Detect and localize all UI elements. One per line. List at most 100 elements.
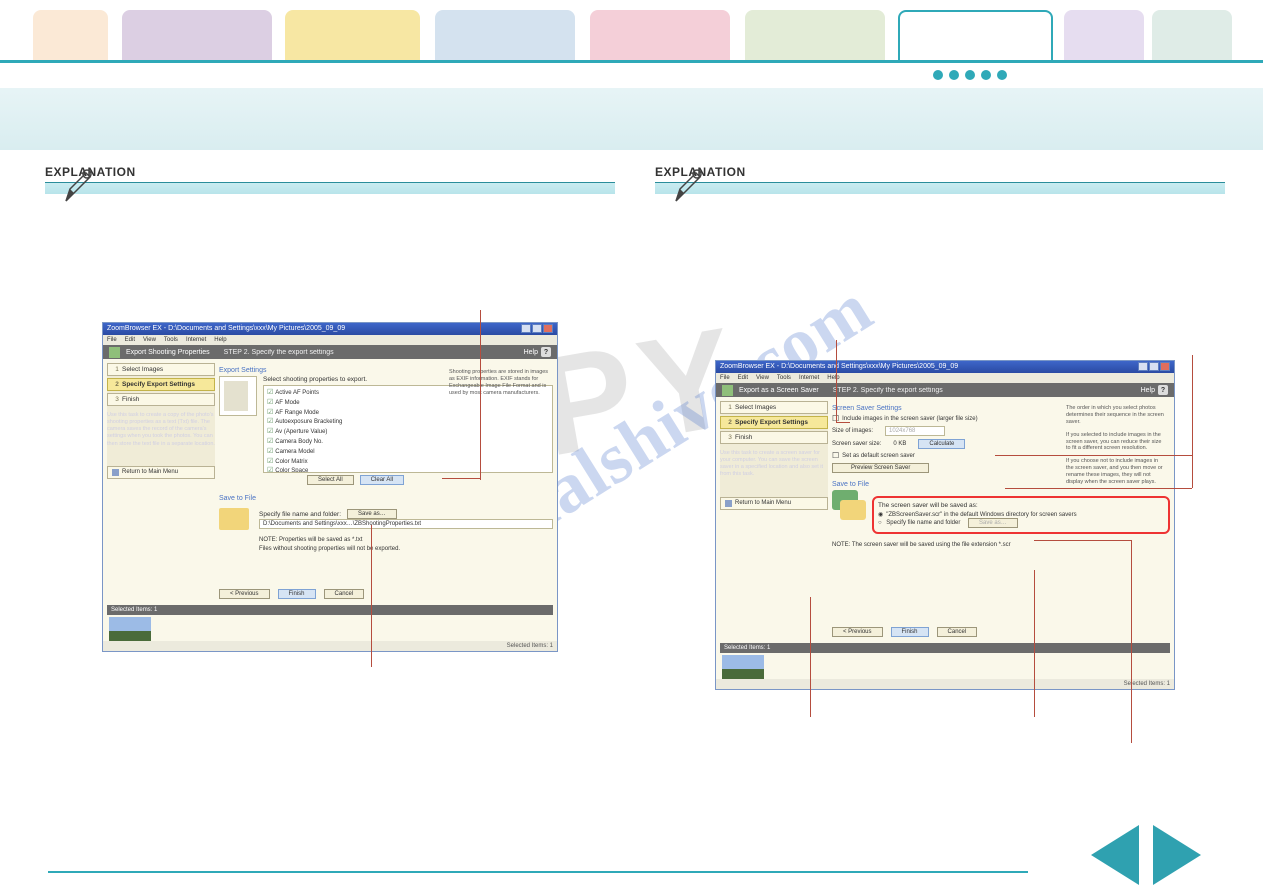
minimize-button[interactable] [1138, 362, 1148, 371]
tab-2[interactable] [122, 10, 272, 62]
tab-1[interactable] [33, 10, 108, 62]
menu-file[interactable]: File [107, 335, 117, 345]
step-header: STEP 2. Specify the export settings [224, 349, 334, 356]
task-icon [722, 385, 733, 396]
prev-page-arrow[interactable] [1085, 821, 1143, 889]
document-icon [219, 376, 257, 416]
size-label: Size of images: [832, 428, 873, 434]
menu-tools[interactable]: Tools [164, 335, 178, 345]
tab-4[interactable] [435, 10, 575, 62]
radio-specify[interactable]: Specify file name and folder Save as… [878, 520, 1164, 526]
prop-item[interactable]: AF Mode [267, 398, 549, 408]
prop-item[interactable]: Color Space [267, 466, 549, 473]
return-main-menu-button[interactable]: Return to Main Menu [720, 497, 828, 510]
step-select-images[interactable]: 1Select Images [720, 401, 828, 414]
menu-help[interactable]: Help [214, 335, 226, 345]
prop-item[interactable]: Camera Model [267, 447, 549, 457]
next-page-arrow[interactable] [1149, 821, 1207, 889]
tab-9[interactable] [1152, 10, 1232, 62]
prop-item[interactable]: Color Matrix [267, 457, 549, 467]
cancel-button[interactable]: Cancel [324, 589, 365, 599]
callout-line [836, 340, 837, 422]
selected-strip: Selected Items: 1 [107, 605, 553, 615]
radio-default-dir[interactable]: "ZBScreenSaver.scr" in the default Windo… [878, 511, 1164, 518]
calculate-button[interactable]: Calculate [918, 439, 965, 449]
help-icon[interactable]: ? [541, 347, 551, 357]
menu-view[interactable]: View [143, 335, 156, 345]
menu-view[interactable]: View [756, 373, 769, 383]
step-export-settings[interactable]: 2Specify Export Settings [107, 378, 215, 391]
step-select-images[interactable]: 1Select Images [107, 363, 215, 376]
tab-3[interactable] [285, 10, 420, 62]
menu-file[interactable]: File [720, 373, 730, 383]
tab-5[interactable] [590, 10, 730, 62]
prop-item[interactable]: AF Range Mode [267, 408, 549, 418]
properties-list[interactable]: Active AF Points AF Mode AF Range Mode A… [263, 385, 553, 473]
order-note: The order in which you select photos det… [1066, 405, 1166, 492]
menu-edit[interactable]: Edit [738, 373, 748, 383]
finish-button[interactable]: Finish [891, 627, 929, 637]
callout-line [995, 455, 1192, 456]
step-export-settings[interactable]: 2Specify Export Settings [720, 416, 828, 429]
step-finish[interactable]: 3Finish [107, 393, 215, 406]
ss-size-label: Screen saver size: [832, 441, 881, 447]
size-combo[interactable]: 1024x768 [885, 426, 945, 436]
menu-internet[interactable]: Internet [186, 335, 206, 345]
wizard-steps: 1Select Images 2Specify Export Settings … [720, 401, 828, 510]
menu-bar: File Edit View Tools Internet Help [103, 335, 557, 345]
wizard-nav: < Previous Finish Cancel [219, 589, 364, 599]
prop-item[interactable]: Av (Aperture Value) [267, 427, 549, 437]
close-button[interactable] [543, 324, 553, 333]
note-txt: NOTE: Properties will be saved as *.txt [259, 537, 553, 543]
help-label[interactable]: Help [524, 349, 538, 356]
minimize-button[interactable] [521, 324, 531, 333]
exif-note: Shooting properties are stored in images… [449, 369, 549, 397]
tab-6[interactable] [745, 10, 885, 62]
step-finish[interactable]: 3Finish [720, 431, 828, 444]
side-note: Use this task to create a screen saver f… [720, 450, 828, 479]
previous-button[interactable]: < Previous [219, 589, 270, 599]
clear-all-button[interactable]: Clear All [360, 475, 404, 485]
note-scr: NOTE: The screen saver will be saved usi… [832, 542, 1170, 548]
save-as-button[interactable]: Save as… [347, 509, 397, 519]
callout-line [1192, 455, 1193, 488]
callout-line [810, 597, 811, 717]
callout-line [836, 422, 850, 423]
previous-button[interactable]: < Previous [832, 627, 883, 637]
callout-line [1005, 488, 1192, 489]
maximize-button[interactable] [532, 324, 542, 333]
menu-edit[interactable]: Edit [125, 335, 135, 345]
main-panel: Screen Saver Settings Include images in … [832, 401, 1170, 548]
cancel-button[interactable]: Cancel [937, 627, 978, 637]
window-titlebar: ZoomBrowser EX - D:\Documents and Settin… [716, 361, 1174, 373]
task-name: Export Shooting Properties [126, 349, 210, 356]
maximize-button[interactable] [1149, 362, 1159, 371]
menu-tools[interactable]: Tools [777, 373, 791, 383]
window-titlebar: ZoomBrowser EX - D:\Documents and Settin… [103, 323, 557, 335]
menu-help[interactable]: Help [827, 373, 839, 383]
return-main-menu-button[interactable]: Return to Main Menu [107, 466, 215, 479]
explanation-rule-left [45, 182, 615, 194]
prop-item[interactable]: Camera Body No. [267, 437, 549, 447]
finish-button[interactable]: Finish [278, 589, 316, 599]
section-save: Save to File [219, 495, 553, 502]
save-as-button[interactable]: Save as… [968, 518, 1018, 528]
help-label[interactable]: Help [1141, 387, 1155, 394]
note-skip: Files without shooting properties will n… [259, 546, 553, 552]
window-controls [521, 323, 553, 335]
tab-8[interactable] [1064, 10, 1144, 62]
close-button[interactable] [1160, 362, 1170, 371]
side-note: Use this task to create a copy of the ph… [107, 412, 215, 448]
help-icon[interactable]: ? [1158, 385, 1168, 395]
preview-button[interactable]: Preview Screen Saver [832, 463, 929, 473]
explanation-label-left: EXPLANATION [45, 165, 615, 179]
tab-7-active[interactable] [898, 10, 1053, 62]
prop-item[interactable]: Autoexposure Bracketing [267, 417, 549, 427]
wizard-steps: 1Select Images 2Specify Export Settings … [107, 363, 215, 479]
window-controls [1138, 361, 1170, 373]
menu-internet[interactable]: Internet [799, 373, 819, 383]
select-all-button[interactable]: Select All [307, 475, 354, 485]
callout-line [371, 525, 372, 667]
path-field[interactable]: D:\Documents and Settings\xxx…\ZBShootin… [259, 519, 553, 529]
save-section: Save to File Specify file name and folde… [219, 495, 553, 552]
